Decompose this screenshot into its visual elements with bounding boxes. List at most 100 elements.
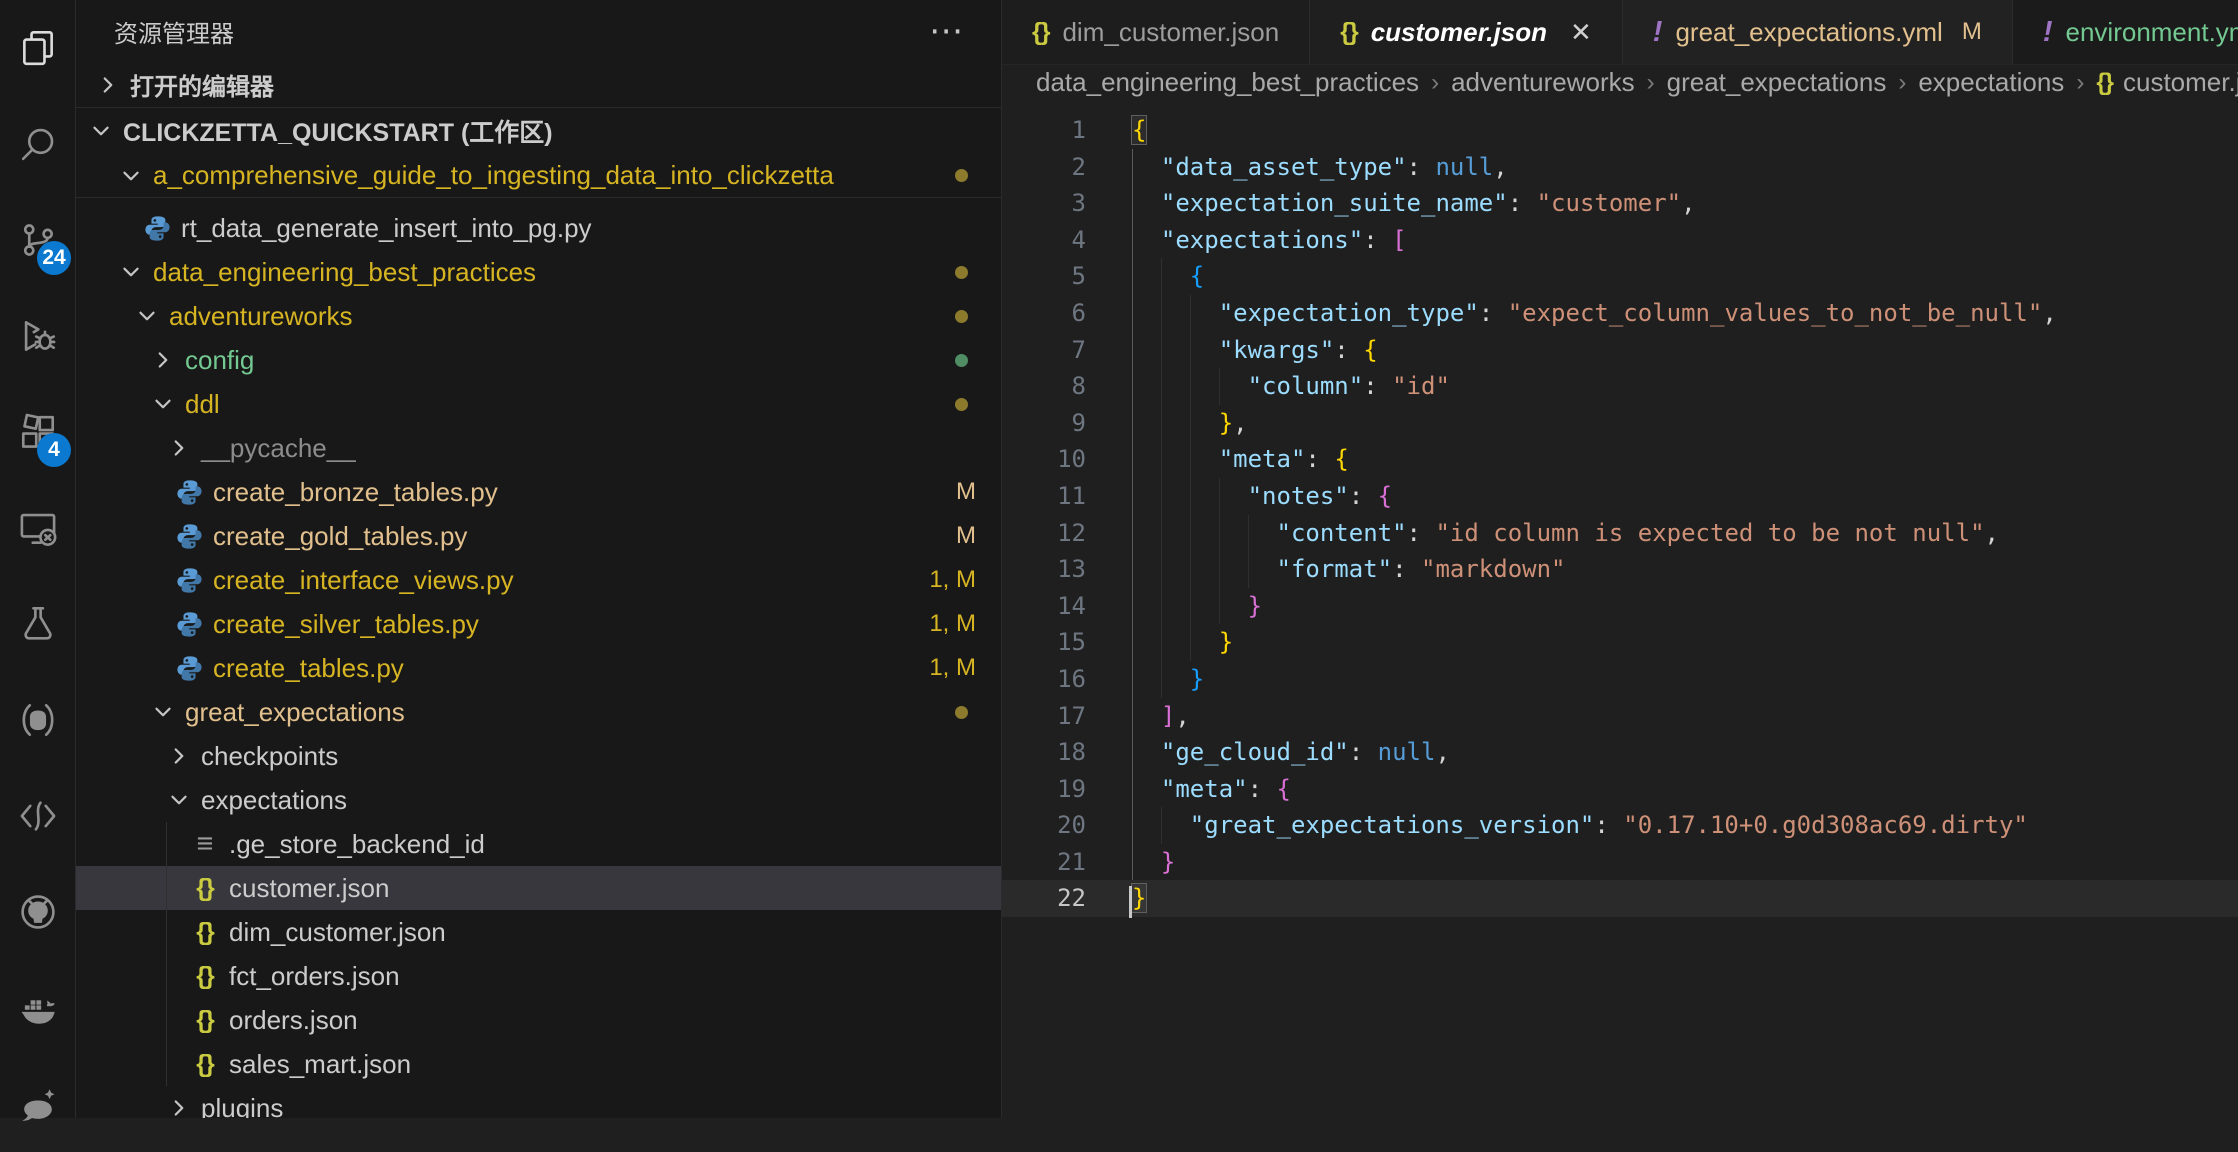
- more-actions-icon[interactable]: ⋯: [929, 21, 965, 41]
- tree-item-__pycache__[interactable]: __pycache__: [76, 426, 1001, 470]
- breadcrumb-item[interactable]: adventureworks: [1451, 67, 1635, 98]
- tree-item-fct_orders.json[interactable]: {}fct_orders.json: [76, 954, 1001, 998]
- code-line-10[interactable]: 10 "meta": {: [1002, 441, 2238, 478]
- activity-item-code-compare[interactable]: [0, 768, 76, 864]
- line-number[interactable]: 12: [1002, 515, 1132, 552]
- code-line-11[interactable]: 11 "notes": {: [1002, 478, 2238, 515]
- tree-item-adventureworks[interactable]: adventureworks: [76, 294, 1001, 338]
- line-number[interactable]: 22: [1002, 880, 1132, 917]
- line-number[interactable]: 1: [1002, 112, 1132, 149]
- line-number[interactable]: 19: [1002, 771, 1132, 808]
- activity-item-remote-explorer[interactable]: [0, 480, 76, 576]
- tree-item-create_bronze_tables.py[interactable]: create_bronze_tables.pyM: [76, 470, 1001, 514]
- close-icon[interactable]: ✕: [1570, 17, 1592, 48]
- tree-item-orders.json[interactable]: {}orders.json: [76, 998, 1001, 1042]
- tree-item-create_interface_views.py[interactable]: create_interface_views.py1, M: [76, 558, 1001, 602]
- tree-item-create_silver_tables.py[interactable]: create_silver_tables.py1, M: [76, 602, 1001, 646]
- activity-item-testing[interactable]: [0, 576, 76, 672]
- line-number[interactable]: 6: [1002, 295, 1132, 332]
- open-editors-section[interactable]: 打开的编辑器: [76, 62, 1001, 108]
- file-tree: rt_data_generate_insert_into_pg.py data_e…: [76, 198, 1001, 1118]
- activity-item-explorer[interactable]: [0, 0, 76, 96]
- code-line-1[interactable]: 1{: [1002, 112, 2238, 149]
- line-number[interactable]: 16: [1002, 661, 1132, 698]
- code-line-6[interactable]: 6 "expectation_type": "expect_column_val…: [1002, 295, 2238, 332]
- tree-item-label: create_gold_tables.py: [213, 521, 467, 552]
- line-number[interactable]: 8: [1002, 368, 1132, 405]
- tree-item-label: rt_data_generate_insert_into_pg.py: [181, 213, 592, 244]
- code-line-14[interactable]: 14 }: [1002, 588, 2238, 625]
- tree-item-dim_customer.json[interactable]: {}dim_customer.json: [76, 910, 1001, 954]
- code-line-22[interactable]: 22}: [1002, 880, 2238, 917]
- activity-item-search[interactable]: [0, 96, 76, 192]
- tree-item-a_comprehensive_guide_to_ingesting_data_into_clickzetta[interactable]: a_comprehensive_guide_to_ingesting_data_…: [76, 154, 1001, 198]
- activity-item-source-control[interactable]: 24: [0, 192, 76, 288]
- line-number[interactable]: 5: [1002, 258, 1132, 295]
- tree-item-sales_mart.json[interactable]: {}sales_mart.json: [76, 1042, 1001, 1086]
- line-number[interactable]: 10: [1002, 441, 1132, 478]
- line-number[interactable]: 14: [1002, 588, 1132, 625]
- line-number[interactable]: 11: [1002, 478, 1132, 515]
- tree-item-create_tables.py[interactable]: create_tables.py1, M: [76, 646, 1001, 690]
- tree-item-data_engineering_best_practices[interactable]: data_engineering_best_practices: [76, 250, 1001, 294]
- line-number[interactable]: 2: [1002, 149, 1132, 186]
- code-line-17[interactable]: 17 ],: [1002, 698, 2238, 735]
- line-number[interactable]: 21: [1002, 844, 1132, 881]
- breadcrumb-item[interactable]: great_expectations: [1667, 67, 1887, 98]
- code-line-16[interactable]: 16 }: [1002, 661, 2238, 698]
- breadcrumb-item[interactable]: customer.json: [2123, 67, 2238, 98]
- tab-great_expectations.yml[interactable]: !great_expectations.ymlM: [1623, 0, 2013, 64]
- tree-item-expectations[interactable]: expectations: [76, 778, 1001, 822]
- tree-item-config[interactable]: config: [76, 338, 1001, 382]
- tree-item-checkpoints[interactable]: checkpoints: [76, 734, 1001, 778]
- tree-item-customer.json[interactable]: {}customer.json: [76, 866, 1001, 910]
- activity-item-genie[interactable]: [0, 1056, 76, 1152]
- tree-item-.ge_store_backend_id[interactable]: ≡.ge_store_backend_id: [76, 822, 1001, 866]
- activity-item-run-debug[interactable]: [0, 288, 76, 384]
- line-number[interactable]: 9: [1002, 405, 1132, 442]
- code-line-3[interactable]: 3 "expectation_suite_name": "customer",: [1002, 185, 2238, 222]
- code-line-19[interactable]: 19 "meta": {: [1002, 771, 2238, 808]
- code-line-12[interactable]: 12 "content": "id column is expected to …: [1002, 515, 2238, 552]
- code-line-7[interactable]: 7 "kwargs": {: [1002, 332, 2238, 369]
- line-number[interactable]: 17: [1002, 698, 1132, 735]
- tree-item-rt_data_generate_insert_into_pg.py[interactable]: rt_data_generate_insert_into_pg.py: [76, 206, 1001, 250]
- code-line-21[interactable]: 21 }: [1002, 844, 2238, 881]
- line-number[interactable]: 15: [1002, 624, 1132, 661]
- code-line-content: "data_asset_type": null,: [1132, 149, 1508, 186]
- code-line-20[interactable]: 20 "great_expectations_version": "0.17.1…: [1002, 807, 2238, 844]
- breadcrumb-item[interactable]: expectations: [1918, 67, 2064, 98]
- code-editor[interactable]: 1{2 "data_asset_type": null,3 "expectati…: [1002, 100, 2238, 1118]
- activity-item-github[interactable]: [0, 864, 76, 960]
- code-line-5[interactable]: 5 {: [1002, 258, 2238, 295]
- tab-dim_customer.json[interactable]: {}dim_customer.json: [1002, 0, 1310, 64]
- tab-customer.json[interactable]: {}customer.json✕: [1310, 0, 1623, 64]
- code-line-content: }: [1132, 588, 1262, 625]
- code-line-8[interactable]: 8 "column": "id": [1002, 368, 2238, 405]
- line-number[interactable]: 7: [1002, 332, 1132, 369]
- line-number[interactable]: 13: [1002, 551, 1132, 588]
- code-line-4[interactable]: 4 "expectations": [: [1002, 222, 2238, 259]
- activity-item-container-jar[interactable]: [0, 672, 76, 768]
- tree-item-ddl[interactable]: ddl: [76, 382, 1001, 426]
- code-line-9[interactable]: 9 },: [1002, 405, 2238, 442]
- line-number[interactable]: 18: [1002, 734, 1132, 771]
- breadcrumb-item[interactable]: data_engineering_best_practices: [1036, 67, 1419, 98]
- chevron-down-icon: [150, 699, 176, 725]
- code-line-2[interactable]: 2 "data_asset_type": null,: [1002, 149, 2238, 186]
- workspace-header[interactable]: CLICKZETTA_QUICKSTART (工作区): [76, 108, 1001, 154]
- tree-item-create_gold_tables.py[interactable]: create_gold_tables.pyM: [76, 514, 1001, 558]
- tab-environment.yml[interactable]: !environment.yml: [2013, 0, 2238, 64]
- tree-item-great_expectations[interactable]: great_expectations: [76, 690, 1001, 734]
- line-number[interactable]: 20: [1002, 807, 1132, 844]
- tree-item-plugins[interactable]: plugins: [76, 1086, 1001, 1118]
- code-line-15[interactable]: 15 }: [1002, 624, 2238, 661]
- line-number[interactable]: 4: [1002, 222, 1132, 259]
- code-line-13[interactable]: 13 "format": "markdown": [1002, 551, 2238, 588]
- tab-label: customer.json: [1371, 17, 1547, 48]
- activity-item-docker[interactable]: [0, 960, 76, 1056]
- code-line-18[interactable]: 18 "ge_cloud_id": null,: [1002, 734, 2238, 771]
- line-number[interactable]: 3: [1002, 185, 1132, 222]
- activity-item-extensions[interactable]: 4: [0, 384, 76, 480]
- chevron-down-icon: [150, 391, 176, 417]
